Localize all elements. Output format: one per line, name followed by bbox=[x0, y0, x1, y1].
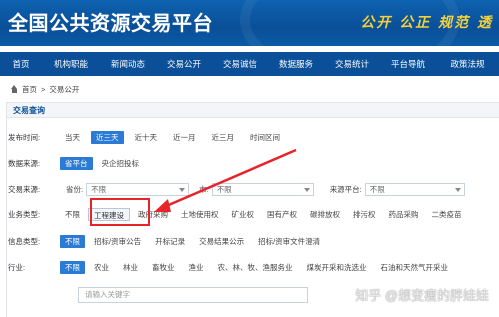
search-input[interactable]: 请输入关键字 bbox=[78, 287, 308, 303]
industry-option[interactable]: 渔业 bbox=[184, 261, 209, 274]
header-banner: 全国公共资源交易平台 公开 公正 规范 透 bbox=[0, 0, 499, 46]
industry-label: 行业: bbox=[8, 262, 26, 272]
industry-option[interactable]: 农业 bbox=[89, 261, 114, 274]
chevron-down-icon bbox=[179, 187, 186, 192]
chevron-down-icon bbox=[303, 187, 310, 192]
industry-option[interactable]: 农、林、牧、渔服务业 bbox=[213, 261, 298, 274]
breadcrumb-separator: > bbox=[41, 84, 46, 94]
platform-value: 不限 bbox=[369, 184, 385, 194]
panel-title: 交易查询 bbox=[7, 103, 499, 118]
info-type-option[interactable]: 开标记录 bbox=[150, 235, 190, 248]
row-industry: 行业: 不限 农业 林业 畜牧业 渔业 农、林、牧、渔服务业 煤炭开采和洗选业 石油和天然气开… bbox=[0, 260, 453, 274]
trade-source-label: 交易来源: bbox=[8, 184, 41, 194]
nav-item[interactable]: 首页 bbox=[0, 52, 42, 76]
business-type-option[interactable]: 土地使用权 bbox=[176, 208, 224, 221]
row-trade-source: 交易来源: 省份: 不限 市: 不限 来源平台: 不限 bbox=[0, 182, 465, 196]
publish-time-option[interactable]: 近三天 bbox=[91, 130, 124, 144]
row-business-type: 业务类型: 不限 工程建设 政府采购 土地使用权 矿业权 国有产权 碳排放权 排污权 药品采购二… bbox=[0, 207, 467, 221]
province-label: 省份: bbox=[66, 184, 84, 194]
row-info-type: 信息类型: 不限 招标/资审公告 开标记录 交易结果公示 招标/资审文件澄清 bbox=[0, 234, 325, 248]
info-type-option[interactable]: 不限 bbox=[60, 234, 85, 248]
business-type-option[interactable]: 矿业权 bbox=[227, 208, 260, 221]
city-select[interactable]: 市: 不限 bbox=[199, 182, 314, 196]
business-type-option[interactable]: 碳排放权 bbox=[305, 208, 345, 221]
site-slogan: 公开 公正 规范 透 bbox=[360, 15, 493, 31]
business-type-label: 业务类型: bbox=[8, 209, 41, 219]
business-type-option[interactable]: 药品采购 bbox=[384, 208, 424, 221]
nav-item[interactable]: 机构职能 bbox=[42, 52, 100, 76]
industry-option[interactable]: 林业 bbox=[118, 261, 143, 274]
row-data-source: 数据来源: 省平台 央企招投标 bbox=[0, 156, 144, 170]
data-source-option[interactable]: 央企招投标 bbox=[97, 157, 145, 170]
industry-option[interactable]: 不限 bbox=[60, 260, 85, 274]
nav-item[interactable]: 交易统计 bbox=[324, 52, 380, 76]
info-type-option[interactable]: 招标/资审文件澄清 bbox=[253, 235, 325, 248]
industry-option[interactable]: 煤炭开采和洗选业 bbox=[302, 261, 372, 274]
industry-option[interactable]: 石油和天然气开采业 bbox=[376, 261, 454, 274]
platform-label: 来源平台: bbox=[329, 184, 362, 194]
publish-time-label: 发布时间: bbox=[8, 132, 41, 142]
province-value: 不限 bbox=[91, 184, 107, 194]
business-type-option[interactable]: 二类疫苗 bbox=[427, 208, 467, 221]
publish-time-option[interactable]: 近十天 bbox=[130, 131, 163, 144]
nav-item[interactable]: 平台导航 bbox=[380, 52, 436, 76]
nav-item[interactable]: 数据服务 bbox=[268, 52, 324, 76]
business-type-option[interactable]: 国有产权 bbox=[262, 208, 302, 221]
business-type-option[interactable]: 排污权 bbox=[348, 208, 381, 221]
info-type-option[interactable]: 招标/资审公告 bbox=[89, 235, 146, 248]
province-select[interactable]: 省份: 不限 bbox=[66, 182, 190, 196]
highlight-box bbox=[90, 198, 150, 226]
publish-time-option[interactable]: 近三月 bbox=[207, 131, 240, 144]
home-icon bbox=[10, 84, 19, 94]
city-value: 不限 bbox=[216, 184, 232, 194]
watermark: 知乎 @想变瘦的胖娃娃 bbox=[355, 288, 489, 303]
site-title: 全国公共资源交易平台 bbox=[8, 11, 213, 35]
breadcrumb-home[interactable]: 首页 bbox=[22, 84, 37, 95]
info-type-option[interactable]: 交易结果公示 bbox=[194, 235, 249, 248]
nav-item[interactable]: 交易诚信 bbox=[212, 52, 268, 76]
publish-time-option[interactable]: 当天 bbox=[60, 131, 85, 144]
nav-item[interactable]: 交易公开 bbox=[156, 52, 212, 76]
industry-option[interactable]: 畜牧业 bbox=[147, 261, 180, 274]
city-dropdown[interactable]: 不限 bbox=[211, 182, 314, 196]
nav-item[interactable]: 新闻动态 bbox=[100, 52, 156, 76]
city-label: 市: bbox=[199, 184, 209, 194]
breadcrumb-current: 交易公开 bbox=[49, 84, 80, 94]
publish-time-option[interactable]: 近一月 bbox=[168, 131, 201, 144]
row-publish-time: 发布时间: 当天 近三天 近十天 近一月 近三月 时间区间 bbox=[0, 130, 285, 144]
business-type-option[interactable]: 不限 bbox=[60, 208, 85, 221]
main-nav: 首页 机构职能 新闻动态 交易公开 交易诚信 数据服务 交易统计 平台导航 政策法规 bbox=[0, 52, 499, 76]
nav-item[interactable]: 政策法规 bbox=[436, 52, 499, 76]
data-source-option[interactable]: 省平台 bbox=[60, 156, 93, 170]
data-source-label: 数据来源: bbox=[8, 158, 41, 168]
info-type-label: 信息类型: bbox=[8, 236, 41, 246]
publish-time-option[interactable]: 时间区间 bbox=[245, 131, 285, 144]
breadcrumb: 首页 > 交易公开 bbox=[10, 82, 79, 96]
province-dropdown[interactable]: 不限 bbox=[86, 182, 190, 196]
platform-select[interactable]: 来源平台: 不限 bbox=[329, 182, 465, 196]
chevron-down-icon bbox=[454, 187, 461, 192]
platform-dropdown[interactable]: 不限 bbox=[364, 182, 465, 196]
